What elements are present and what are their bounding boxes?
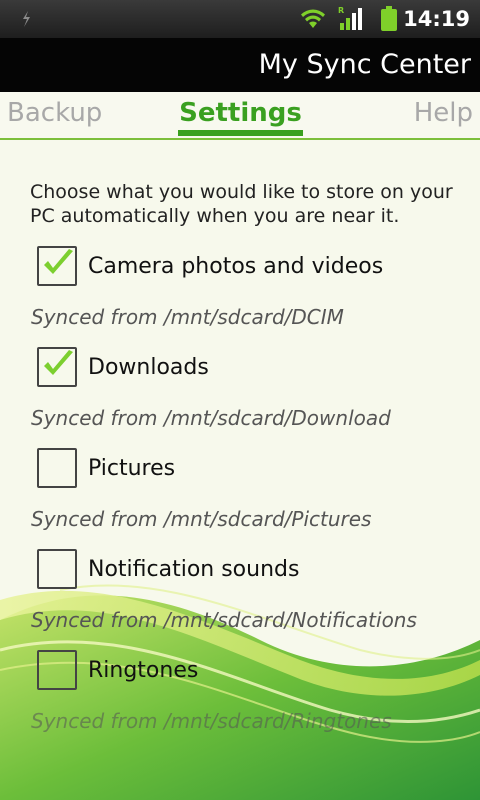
- camera-sync-path: Synced from /mnt/sdcard/DCIM: [31, 305, 344, 329]
- sync-item-downloads[interactable]: Downloads: [0, 343, 480, 393]
- notification-sounds-label: Notification sounds: [88, 557, 300, 582]
- status-time: 14:19: [403, 7, 470, 31]
- svg-text:R: R: [338, 6, 344, 15]
- app-title: My Sync Center: [258, 49, 471, 80]
- settings-panel: Choose what you would like to store on y…: [0, 140, 480, 800]
- tab-selected-indicator: [178, 130, 303, 136]
- checkmark-icon: [44, 249, 73, 274]
- tab-bar: Backup Settings Help: [0, 92, 480, 140]
- tab-help[interactable]: Help: [414, 92, 473, 136]
- pictures-sync-path: Synced from /mnt/sdcard/Pictures: [31, 507, 372, 531]
- ringtones-sync-path: Synced from /mnt/sdcard/Ringtones: [31, 709, 392, 733]
- camera-label: Camera photos and videos: [88, 254, 384, 279]
- ringtones-checkbox[interactable]: [37, 650, 77, 690]
- tab-backup[interactable]: Backup: [7, 92, 102, 136]
- sync-item-pictures[interactable]: Pictures: [0, 444, 480, 494]
- status-bar: R 14:19: [0, 0, 480, 38]
- downloads-label: Downloads: [88, 355, 209, 380]
- checkmark-icon: [44, 350, 73, 375]
- downloads-checkbox[interactable]: [37, 347, 77, 387]
- usb-debug-icon: [23, 11, 30, 27]
- sync-item-ringtones[interactable]: Ringtones: [0, 646, 480, 696]
- pictures-checkbox[interactable]: [37, 448, 77, 488]
- downloads-sync-path: Synced from /mnt/sdcard/Download: [31, 406, 391, 430]
- title-bar: My Sync Center: [0, 38, 480, 92]
- camera-checkbox[interactable]: [37, 246, 77, 286]
- notification-sounds-checkbox[interactable]: [37, 549, 77, 589]
- signal-icon: R: [338, 6, 362, 30]
- sync-item-notification-sounds[interactable]: Notification sounds: [0, 545, 480, 595]
- pictures-label: Pictures: [88, 456, 176, 481]
- battery-icon: [381, 6, 397, 31]
- ringtones-label: Ringtones: [88, 658, 199, 683]
- settings-intro-text: Choose what you would like to store on y…: [30, 181, 453, 227]
- wifi-icon: [301, 9, 325, 28]
- sync-item-camera[interactable]: Camera photos and videos: [0, 242, 480, 292]
- notification-sounds-sync-path: Synced from /mnt/sdcard/Notifications: [31, 608, 417, 632]
